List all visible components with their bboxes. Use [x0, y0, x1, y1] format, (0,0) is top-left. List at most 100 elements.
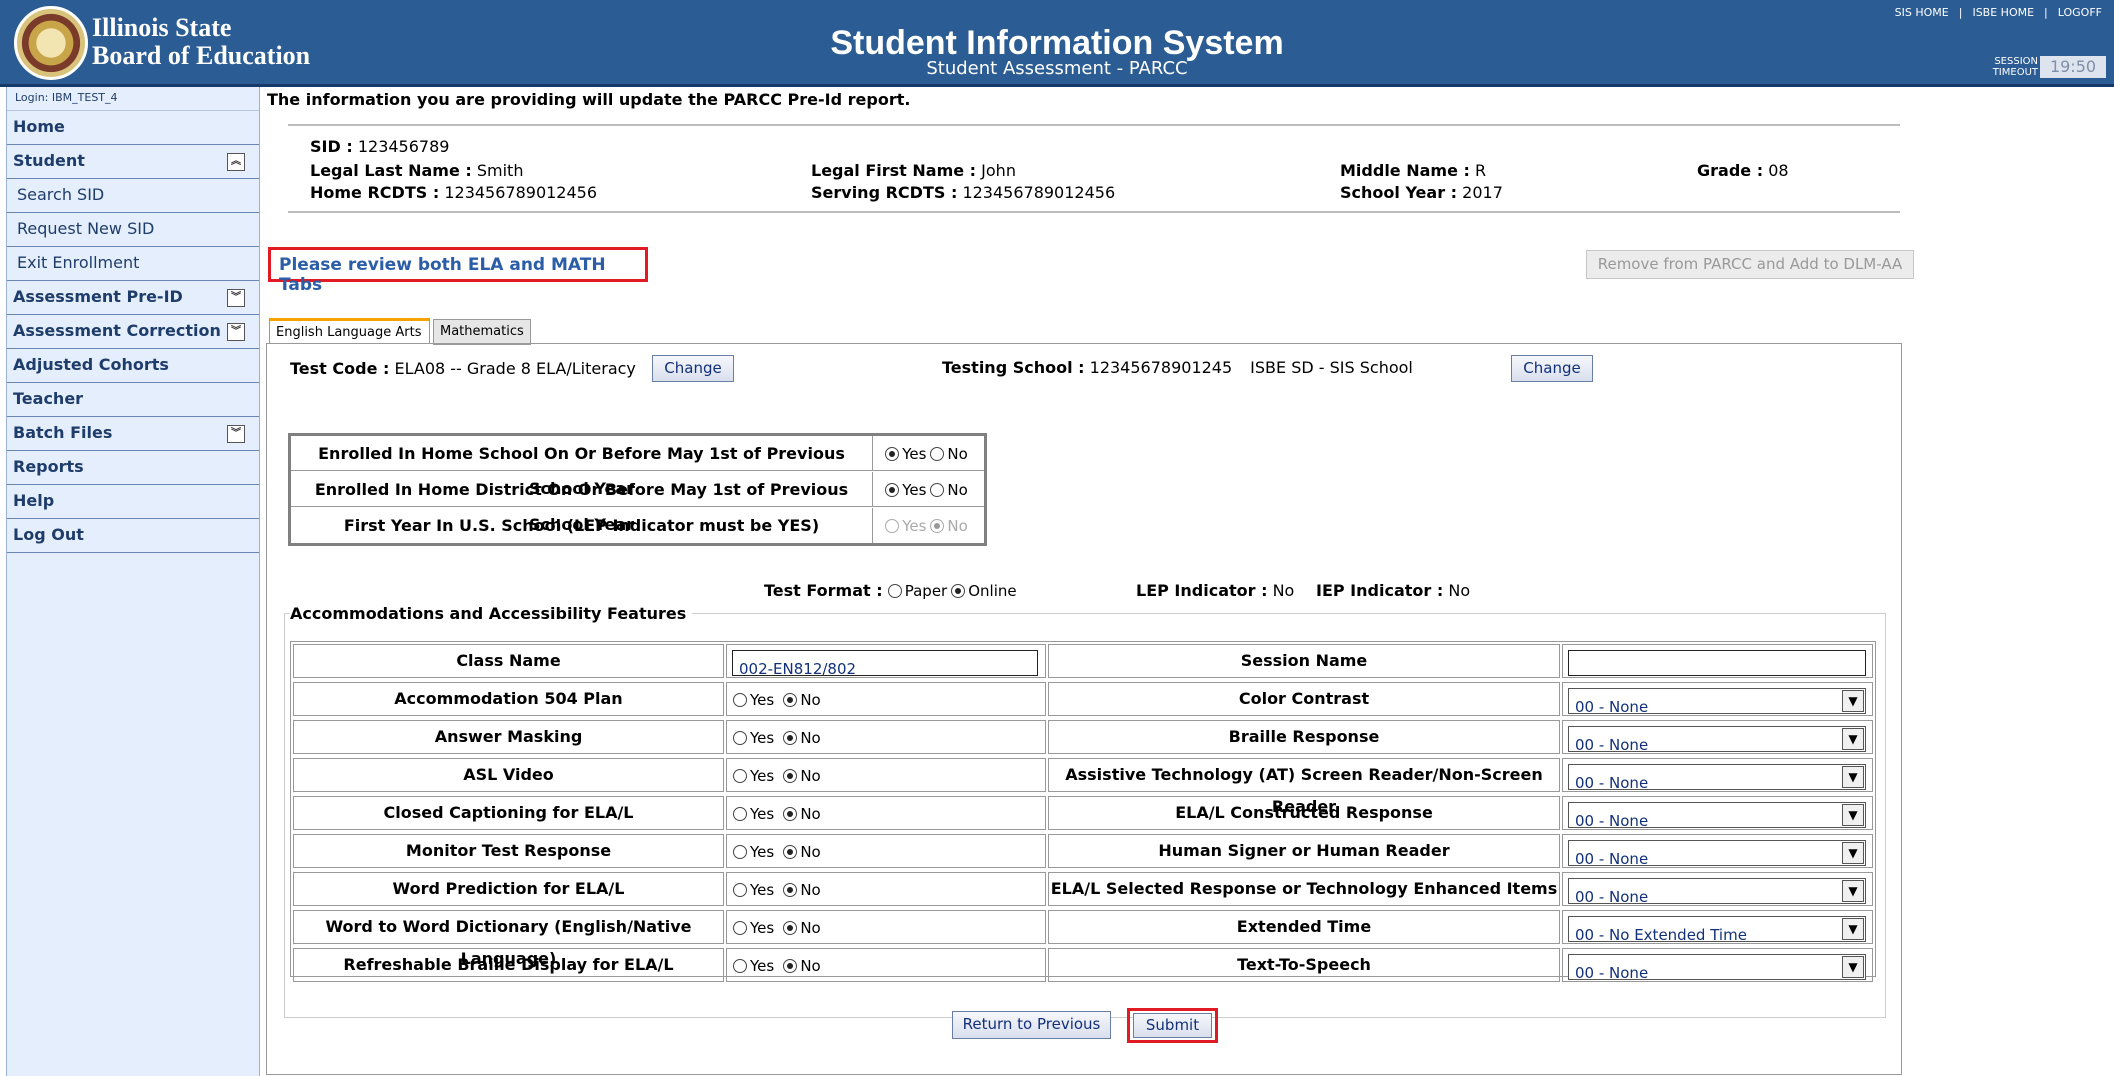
yes-radio [885, 519, 900, 533]
class-name-input[interactable]: 002-EN812/802 [732, 650, 1038, 678]
no-radio[interactable] [783, 731, 798, 745]
sidebar-item-log-out[interactable]: Log Out [7, 519, 259, 553]
session-timer: 19:50 [2040, 56, 2106, 78]
tab-mathematics[interactable]: Mathematics [433, 319, 531, 345]
session-name-label: Session Name [1048, 644, 1560, 678]
enroll-label: Enrolled In Home School On Or Before May… [291, 436, 873, 498]
feature-select[interactable]: 00 - None ▼ [1568, 726, 1866, 754]
yes-radio[interactable] [733, 845, 747, 859]
yes-radio[interactable] [733, 921, 747, 935]
sidebar-item-student[interactable]: Student ︽ [7, 145, 259, 179]
online-radio[interactable] [951, 584, 966, 598]
select-value: 00 - No Extended Time [1575, 926, 1747, 944]
sidebar-item-request-new-sid[interactable]: Request New SID [7, 213, 259, 247]
no-radio[interactable] [783, 845, 798, 859]
feature-select[interactable]: 00 - No Extended Time ▼ [1568, 916, 1866, 944]
feature-select[interactable]: 00 - None ▼ [1568, 802, 1866, 830]
no-radio[interactable] [930, 447, 945, 461]
expand-icon[interactable]: ︾ [227, 289, 245, 307]
sidebar-item-adjusted-cohorts[interactable]: Adjusted Cohorts [7, 349, 259, 383]
session-timeout-label: SESSION TIMEOUT [1993, 56, 2038, 78]
no-radio[interactable] [783, 959, 798, 973]
change-test-code-button[interactable]: Change [652, 355, 734, 382]
feature-select[interactable]: 00 - None ▼ [1568, 878, 1866, 906]
no-radio[interactable] [783, 769, 798, 783]
submit-button[interactable]: Submit [1133, 1013, 1212, 1038]
sidebar-item-label: Student [13, 151, 85, 170]
test-code-label: Test Code : [290, 359, 390, 378]
sidebar-item-exit-enrollment[interactable]: Exit Enrollment [7, 247, 259, 281]
isbe-home-link[interactable]: ISBE HOME [1972, 6, 2034, 19]
no-radio[interactable] [783, 921, 798, 935]
collapse-icon[interactable]: ︽ [227, 153, 245, 171]
sidebar-item-help[interactable]: Help [7, 485, 259, 519]
home-rcdts-value: 123456789012456 [444, 183, 598, 202]
return-to-previous-button[interactable]: Return to Previous [952, 1011, 1111, 1039]
no-label: No [800, 805, 821, 823]
paper-radio[interactable] [887, 584, 902, 598]
yes-radio[interactable] [733, 807, 747, 821]
yes-radio[interactable] [733, 769, 747, 783]
yes-radio[interactable] [885, 483, 900, 497]
sidebar-item-reports[interactable]: Reports [7, 451, 259, 485]
school-year-field: School Year : 2017 [1340, 183, 1503, 202]
feature-select[interactable]: 00 - None ▼ [1568, 688, 1866, 716]
chevron-down-icon[interactable]: ▼ [1842, 804, 1864, 826]
no-label: No [800, 691, 821, 709]
chevron-down-icon[interactable]: ▼ [1842, 918, 1864, 940]
first-name-field: Legal First Name : John [811, 161, 1016, 180]
tab-english-language-arts[interactable]: English Language Arts [269, 318, 430, 344]
logoff-link[interactable]: LOGOFF [2058, 6, 2102, 19]
sidebar-item-batch-files[interactable]: Batch Files ︾ [7, 417, 259, 451]
table-row: ASL Video Yes No Assistive Technology (AT)… [291, 756, 1875, 816]
feature-select[interactable]: 00 - None ▼ [1568, 954, 1866, 982]
no-radio[interactable] [783, 693, 798, 707]
sidebar-item-assessment-pre-id[interactable]: Assessment Pre-ID ︾ [7, 281, 259, 315]
chevron-down-icon[interactable]: ▼ [1842, 728, 1864, 750]
no-radio[interactable] [783, 807, 798, 821]
sidebar-item-home[interactable]: Home [7, 111, 259, 145]
chevron-down-icon[interactable]: ▼ [1842, 842, 1864, 864]
sidebar-item-teacher[interactable]: Teacher [7, 383, 259, 417]
serving-rcdts-field: Serving RCDTS : 123456789012456 [811, 183, 1115, 202]
sid-label: SID : [310, 137, 353, 156]
sis-home-link[interactable]: SIS HOME [1895, 6, 1949, 19]
school-year-label: School Year : [1340, 183, 1458, 202]
yes-radio[interactable] [733, 693, 747, 707]
test-format-field: Test Format : Paper Online [764, 581, 1021, 600]
session-name-input[interactable] [1568, 650, 1866, 676]
yes-radio[interactable] [733, 883, 747, 897]
yes-label: Yes [750, 919, 775, 937]
yes-radio[interactable] [733, 731, 747, 745]
change-testing-school-button[interactable]: Change [1511, 355, 1593, 382]
feature-select[interactable]: 00 - None ▼ [1568, 840, 1866, 868]
header-bar: Illinois State Board of Education Studen… [0, 0, 2114, 87]
feature-select[interactable]: 00 - None ▼ [1568, 764, 1866, 792]
accommodation-label: Answer Masking [293, 720, 724, 754]
timeout-label: TIMEOUT [1992, 67, 2038, 78]
expand-icon[interactable]: ︾ [227, 425, 245, 443]
sidebar-item-assessment-correction[interactable]: Assessment Correction ︾ [7, 315, 259, 349]
chevron-down-icon[interactable]: ▼ [1842, 880, 1864, 902]
yes-label: Yes [750, 843, 775, 861]
chevron-down-icon[interactable]: ▼ [1842, 690, 1864, 712]
yes-radio[interactable] [733, 959, 747, 973]
select-value: 00 - None [1575, 850, 1649, 868]
chevron-down-icon[interactable]: ▼ [1842, 956, 1864, 978]
expand-icon[interactable]: ︾ [227, 323, 245, 341]
chevron-down-icon[interactable]: ▼ [1842, 766, 1864, 788]
paper-label: Paper [904, 582, 948, 600]
sidebar-item-search-sid[interactable]: Search SID [7, 179, 259, 213]
remove-from-parcc-button[interactable]: Remove from PARCC and Add to DLM-AA [1586, 250, 1914, 279]
grade-label: Grade : [1697, 161, 1764, 180]
yes-radio[interactable] [885, 447, 900, 461]
testing-school-code: 12345678901245 [1089, 358, 1233, 377]
test-code-field: Test Code : ELA08 -- Grade 8 ELA/Literac… [290, 359, 636, 378]
table-row: Monitor Test Response Yes No Human Signer … [291, 832, 1875, 870]
feature-label: ELA/L Selected Response or Technology En… [1048, 872, 1560, 906]
no-radio[interactable] [930, 483, 945, 497]
select-value: 00 - None [1575, 812, 1649, 830]
last-name-label: Legal Last Name : [310, 161, 472, 180]
no-radio[interactable] [783, 883, 798, 897]
session-name-cell [1562, 644, 1873, 678]
